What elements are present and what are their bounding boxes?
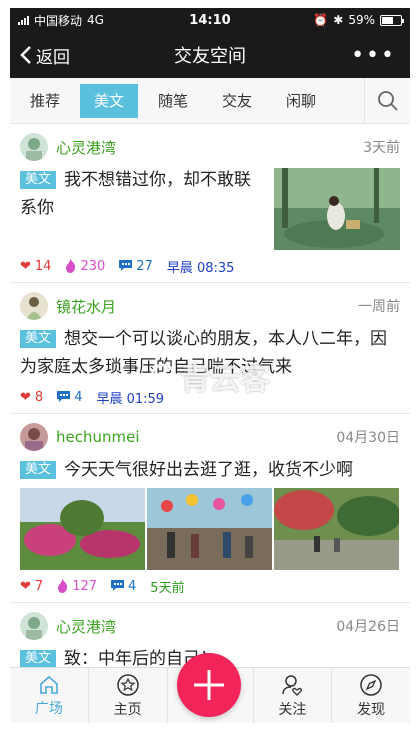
avatar[interactable] [20, 612, 48, 640]
post-stats: ❤ 14 230 27 早晨 08:35 [20, 250, 400, 282]
home-icon [40, 675, 58, 694]
post-thumbnail[interactable] [274, 168, 400, 250]
hot-count: 230 [65, 259, 105, 274]
back-button[interactable]: 返回 [10, 43, 70, 68]
category-badge: 美文 [20, 171, 57, 189]
comment-count[interactable]: 4 [57, 390, 82, 405]
username[interactable]: 镜花水月 [56, 296, 116, 317]
tab-notes[interactable]: 随笔 [144, 84, 202, 118]
post-photo[interactable] [20, 488, 145, 570]
nav-discover[interactable]: 发现 [332, 668, 410, 723]
carrier-label: 中国移动 [34, 13, 83, 28]
avatar[interactable] [20, 292, 48, 320]
hot-count: 127 [57, 579, 97, 594]
post-stats: ❤ 7 127 4 5天前 [20, 570, 400, 602]
post-feed[interactable]: 心灵港湾 3天前 美文 我不想错过你，却不敢联系你 ❤ 14 230 27 早晨… [10, 124, 410, 667]
star-icon [116, 673, 139, 696]
comment-count[interactable]: 27 [119, 259, 153, 274]
comment-icon [57, 391, 71, 402]
flame-icon [58, 579, 68, 593]
username[interactable]: 心灵港湾 [56, 616, 116, 637]
post-item[interactable]: hechunmei 04月30日 美文 今天天气很好出去逛了逛，收货不少啊 ❤ 7 … [10, 418, 410, 603]
comment-count[interactable]: 4 [111, 579, 136, 594]
username[interactable]: hechunmei [56, 428, 140, 446]
category-badge: 美文 [20, 650, 57, 667]
comment-icon [119, 260, 133, 271]
post-time: 04月26日 [336, 619, 400, 635]
chevron-left-icon [20, 46, 31, 64]
add-post-button[interactable] [177, 653, 241, 717]
search-icon [377, 91, 398, 111]
nav-home[interactable]: 主页 [89, 668, 168, 723]
nav-bar: 返回 交友空间 ••• [10, 32, 410, 78]
nav-square[interactable]: 广场 [10, 668, 89, 723]
post-photo[interactable] [147, 488, 272, 570]
alarm-icon: ⏰ [313, 13, 329, 27]
tab-friends[interactable]: 交友 [208, 84, 266, 118]
photo-grid [20, 488, 400, 570]
posted-time: 早晨 08:35 [166, 260, 235, 276]
post-text[interactable]: 美文 想交一个可以谈心的朋友，本人八二年，因为家庭太多琐事压的自己喘不过气来 [20, 325, 400, 381]
username[interactable]: 心灵港湾 [56, 137, 116, 158]
category-badge: 美文 [20, 330, 57, 348]
avatar[interactable] [20, 423, 48, 451]
compass-icon [360, 673, 382, 696]
heart-icon: ❤ [20, 578, 31, 594]
back-label: 返回 [36, 47, 70, 68]
tab-chat[interactable]: 闲聊 [272, 84, 330, 118]
more-button[interactable]: ••• [351, 43, 410, 68]
comment-icon [111, 580, 125, 591]
posted-time: 5天前 [150, 580, 185, 596]
bluetooth-icon: ✱ [333, 13, 344, 27]
heart-icon: ❤ [20, 389, 31, 405]
post-text[interactable]: 美文 今天天气很好出去逛了逛，收货不少啊 [20, 456, 400, 484]
search-button[interactable] [364, 78, 410, 124]
category-badge: 美文 [20, 461, 57, 479]
post-item[interactable]: 心灵港湾 3天前 美文 我不想错过你，却不敢联系你 ❤ 14 230 27 早晨… [10, 128, 410, 283]
nav-follow[interactable]: 关注 [254, 668, 333, 723]
signal-icon [18, 15, 29, 25]
post-stats: ❤ 8 4 早晨 01:59 [20, 381, 400, 413]
post-time: 一周前 [358, 299, 400, 315]
tab-essay[interactable]: 美文 [80, 83, 138, 118]
status-bar: 中国移动 4G 14:10 ⏰ ✱ 59% [10, 8, 410, 32]
battery-icon [380, 14, 404, 26]
post-time: 04月30日 [336, 430, 400, 446]
like-count[interactable]: ❤ 7 [20, 579, 43, 594]
post-text[interactable]: 美文 我不想错过你，却不敢联系你 [20, 166, 266, 250]
post-content: 想交一个可以谈心的朋友，本人八二年，因为家庭太多琐事压的自己喘不过气来 [20, 329, 388, 377]
post-content: 今天天气很好出去逛了逛，收货不少啊 [64, 460, 354, 480]
posted-time: 早晨 01:59 [96, 391, 165, 407]
user-heart-icon [282, 674, 303, 696]
post-time: 3天前 [363, 140, 400, 156]
post-photo[interactable] [274, 488, 399, 570]
battery-percent: 59% [348, 13, 375, 27]
like-count[interactable]: ❤ 14 [20, 259, 51, 274]
heart-icon: ❤ [20, 258, 31, 274]
plus-icon [194, 670, 224, 700]
like-count[interactable]: ❤ 8 [20, 390, 43, 405]
network-label: 4G [87, 13, 104, 27]
post-item[interactable]: 镜花水月 一周前 美文 想交一个可以谈心的朋友，本人八二年，因为家庭太多琐事压的自… [10, 287, 410, 414]
app-screen: 中国移动 4G 14:10 ⏰ ✱ 59% 返回 交友空间 ••• 推荐 美文 … [10, 8, 410, 723]
page-title: 交友空间 [174, 46, 246, 67]
tab-recommend[interactable]: 推荐 [16, 84, 74, 118]
category-tabs: 推荐 美文 随笔 交友 闲聊 [10, 78, 410, 124]
flame-icon [66, 259, 76, 273]
avatar[interactable] [20, 133, 48, 161]
